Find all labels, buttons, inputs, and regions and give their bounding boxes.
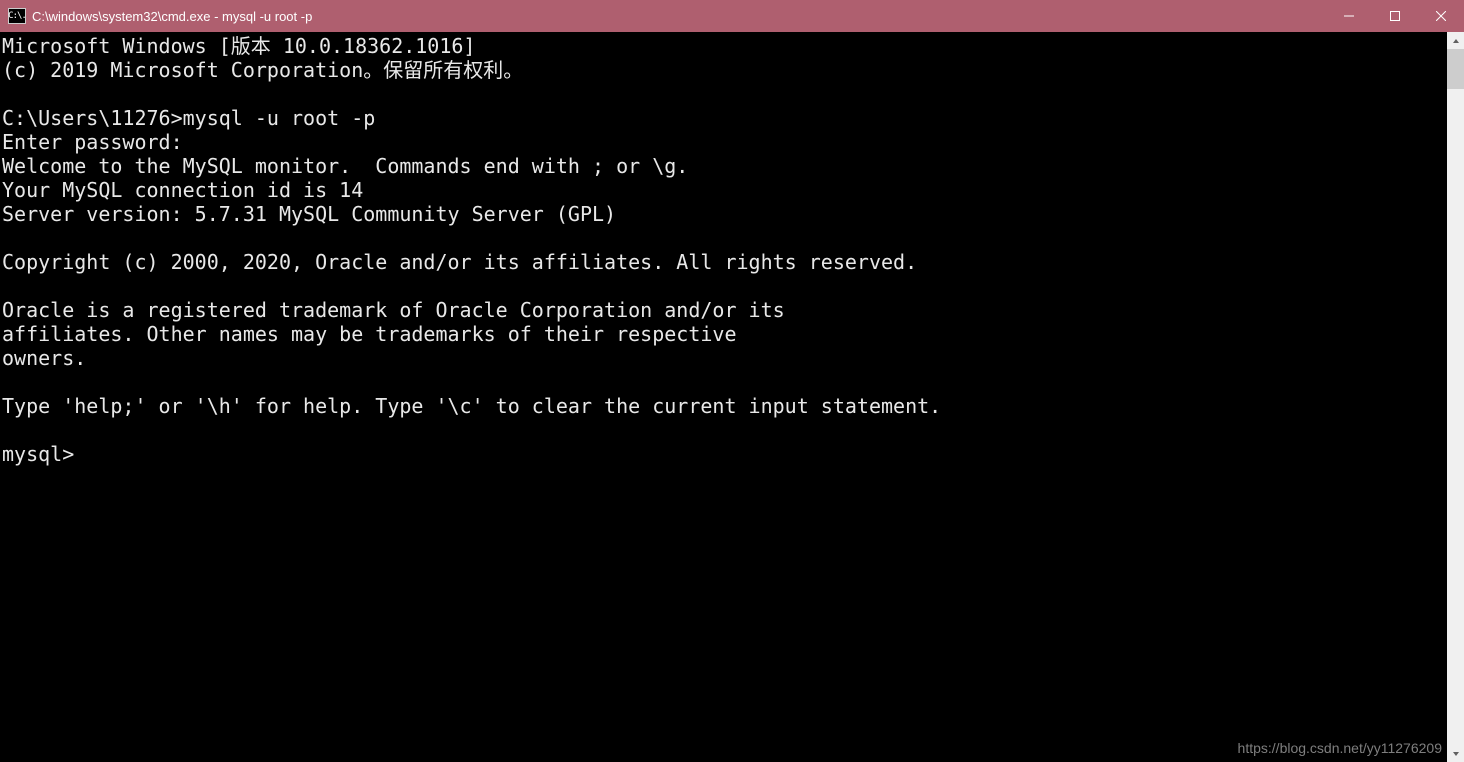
terminal-output[interactable]: Microsoft Windows [版本 10.0.18362.1016] (… xyxy=(0,32,1447,762)
close-icon xyxy=(1436,11,1446,21)
window-title: C:\windows\system32\cmd.exe - mysql -u r… xyxy=(32,9,1326,24)
window-titlebar: C:\. C:\windows\system32\cmd.exe - mysql… xyxy=(0,0,1464,32)
maximize-icon xyxy=(1390,11,1400,21)
vertical-scrollbar[interactable] xyxy=(1447,32,1464,762)
window-controls xyxy=(1326,0,1464,32)
terminal-wrapper: Microsoft Windows [版本 10.0.18362.1016] (… xyxy=(0,32,1464,762)
minimize-icon xyxy=(1344,11,1354,21)
watermark-text: https://blog.csdn.net/yy11276209 xyxy=(1238,740,1442,756)
scroll-thumb[interactable] xyxy=(1447,49,1464,89)
scroll-up-arrow-icon[interactable] xyxy=(1447,32,1464,49)
minimize-button[interactable] xyxy=(1326,0,1372,32)
scroll-track[interactable] xyxy=(1447,49,1464,745)
close-button[interactable] xyxy=(1418,0,1464,32)
maximize-button[interactable] xyxy=(1372,0,1418,32)
cmd-icon: C:\. xyxy=(8,8,26,24)
scroll-down-arrow-icon[interactable] xyxy=(1447,745,1464,762)
